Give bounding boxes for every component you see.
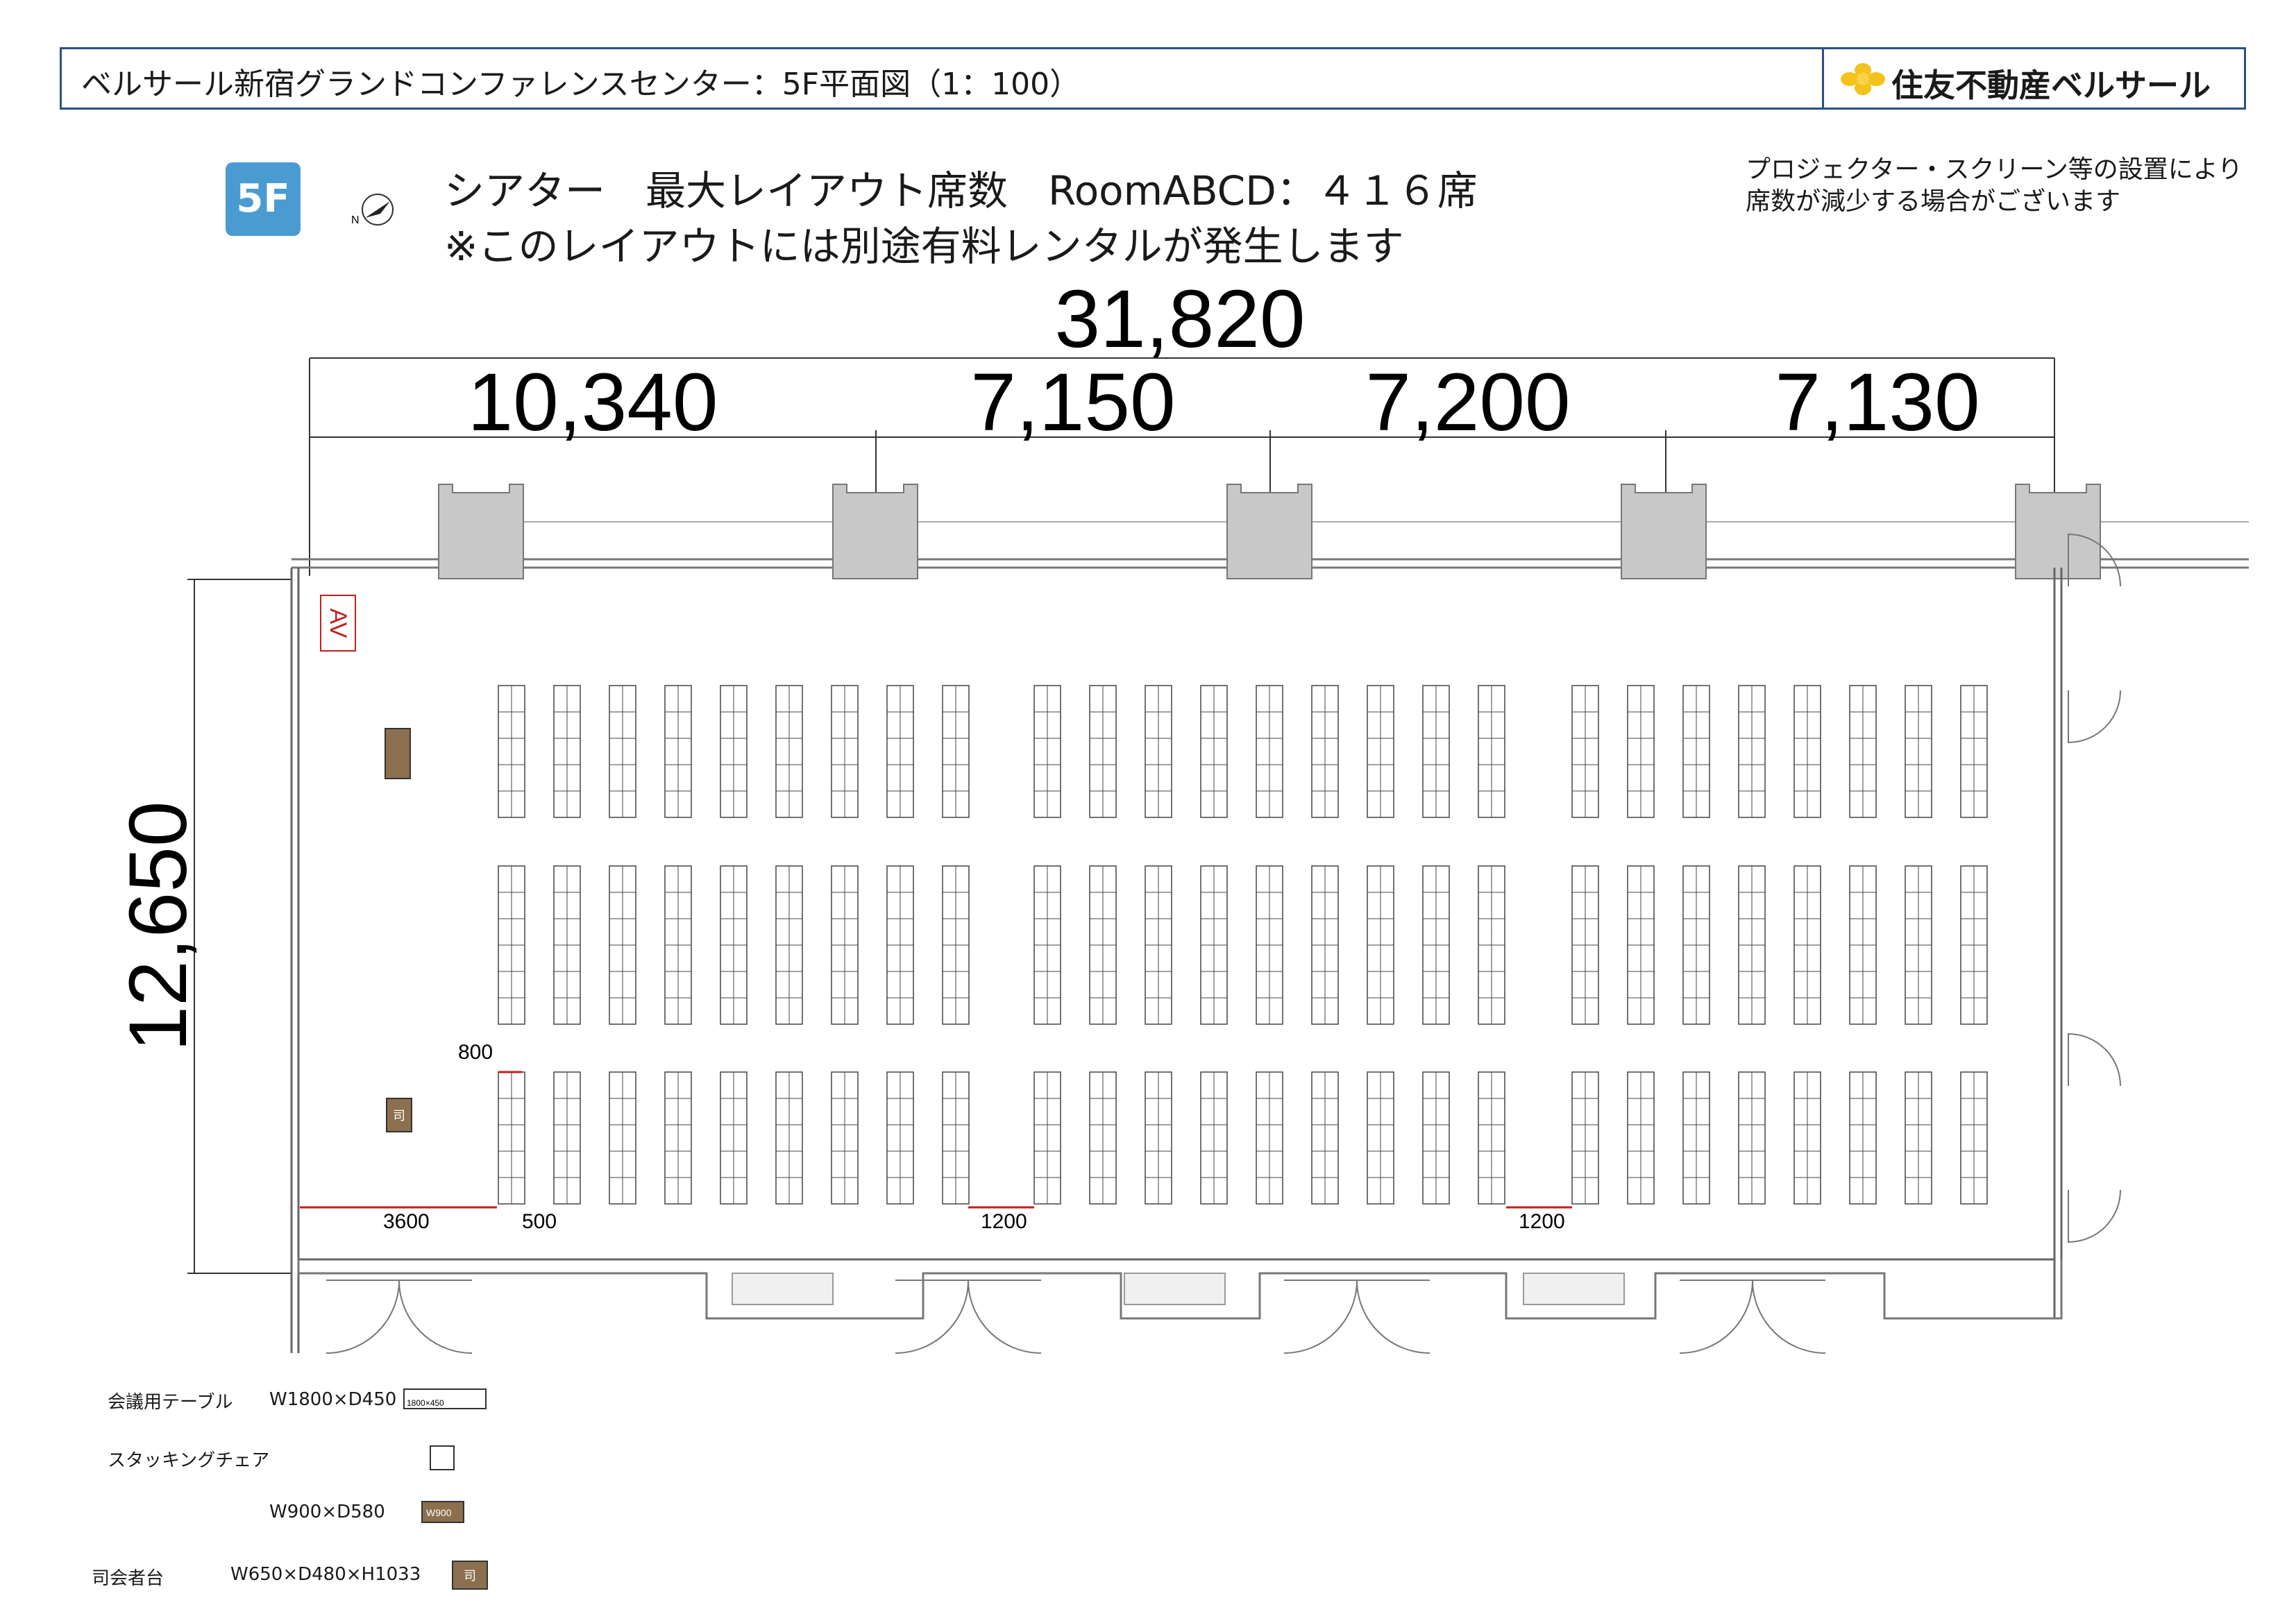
door-7 <box>1679 1280 1754 1354</box>
av-label: AV <box>325 609 351 638</box>
pillar-5 <box>2015 484 2101 579</box>
side-door-4 <box>2068 1189 2121 1243</box>
dimension-total-width: 31,820 <box>1055 273 1306 365</box>
stage-platform <box>385 728 411 779</box>
door-3 <box>895 1280 970 1354</box>
pillar-4 <box>1621 484 1707 579</box>
dimension-front-space: 3600 <box>383 1210 430 1233</box>
legend-table-size: W1800×D450 <box>269 1389 397 1410</box>
dimension-aisle-1: 1200 <box>981 1210 1027 1233</box>
door-2 <box>398 1280 473 1354</box>
side-door-2 <box>2068 690 2121 744</box>
section-dimensions: 10,340 7,150 7,200 7,130 <box>468 357 1980 448</box>
bottom-wall <box>297 1259 2063 1320</box>
legend-table-symbol-text: 1800×450 <box>407 1398 444 1408</box>
seating-area <box>498 685 1988 1205</box>
legend-chair-name: スタッキングチェア <box>108 1450 270 1471</box>
legend-stage-symbol-text: W900 <box>426 1507 452 1518</box>
door-1 <box>326 1280 400 1354</box>
dimension-edge-gap: 500 <box>522 1210 557 1233</box>
door-5 <box>1283 1280 1358 1354</box>
podium-label: 司 <box>393 1109 405 1123</box>
legend-chair-symbol <box>430 1445 455 1470</box>
vent-panel-2 <box>1124 1273 1226 1305</box>
dimension-section-1: 10,340 <box>468 357 718 448</box>
dimension-height: 12,650 <box>112 801 204 1052</box>
legend-podium-name: 司会者台 <box>92 1568 164 1589</box>
legend-symbols: 1800×450 W900 司 <box>403 1388 488 1590</box>
door-4 <box>967 1280 1042 1354</box>
legend-podium-symbol-text: 司 <box>464 1569 476 1583</box>
dimension-section-4: 7,130 <box>1775 357 1980 448</box>
pillar-3 <box>1226 484 1312 579</box>
vent-panel-3 <box>1523 1273 1625 1305</box>
legend-stage-size: W900×D580 <box>269 1502 385 1522</box>
dimension-section-2: 7,150 <box>970 357 1175 448</box>
dimension-section-3: 7,200 <box>1365 357 1570 448</box>
legend-podium-size: W650×D480×H1033 <box>230 1564 421 1585</box>
door-8 <box>1751 1280 1826 1354</box>
wall-pillars <box>438 484 2101 579</box>
door-6 <box>1356 1280 1430 1354</box>
vent-panel-1 <box>732 1273 834 1305</box>
legend-table-name: 会議用テーブル <box>108 1392 233 1413</box>
pillar-1 <box>438 484 524 579</box>
side-door-3 <box>2068 1033 2121 1087</box>
dimension-aisle-front: 800 <box>458 1041 493 1064</box>
pillar-2 <box>832 484 918 579</box>
dimension-aisle-2: 1200 <box>1519 1210 1565 1233</box>
floor-plan: 31,820 10,340 7,150 7,200 7,130 12,650 AV 司… <box>112 273 2249 1590</box>
